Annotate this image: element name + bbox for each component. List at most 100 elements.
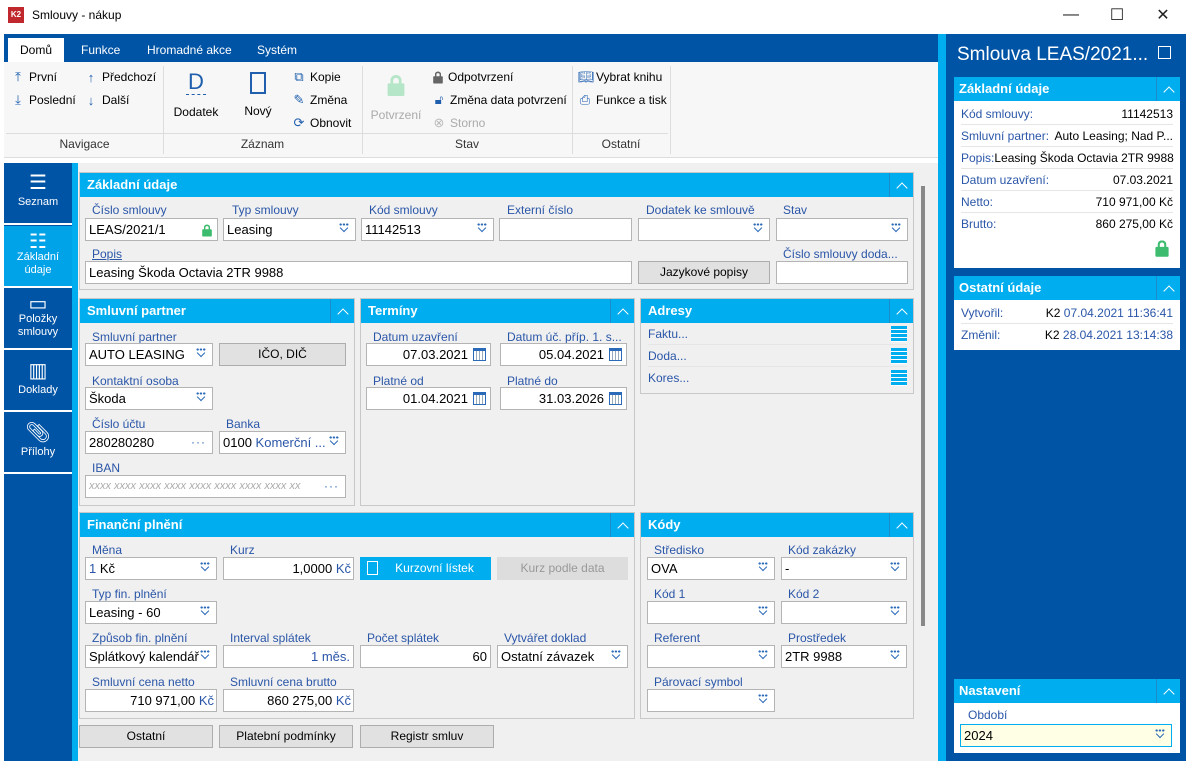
cislo-uctu-field[interactable]: 280280280 ··· — [85, 431, 213, 454]
kontaktni-osoba-select[interactable]: Škoda — [85, 387, 213, 410]
typ-smlouvy-select[interactable]: Leasing — [223, 218, 356, 241]
cislo-smlouvy-dodavatele-field[interactable] — [776, 261, 908, 284]
prostredek-select[interactable]: 2TR 9988 — [781, 645, 907, 668]
platne-do-field[interactable]: 31.03.2026 — [500, 387, 627, 410]
calendar-icon[interactable] — [473, 348, 486, 361]
dodatek-button[interactable]: D Dodatek — [170, 70, 222, 120]
externi-cislo-label: Externí číslo — [507, 203, 574, 217]
cislo-smlouvy-field[interactable]: LEAS/2021/1 — [85, 218, 218, 241]
referent-select[interactable] — [647, 645, 775, 668]
collapse-button[interactable] — [1156, 77, 1180, 101]
collapse-button[interactable] — [889, 299, 913, 323]
typ-fin-plneni-select[interactable]: Leasing - 60 — [85, 601, 217, 624]
cislo-smlouvy-label: Číslo smlouvy — [92, 203, 167, 217]
dalsi-button[interactable]: ↓ Další — [84, 90, 130, 110]
kurz-field[interactable]: 1,0000 Kč — [223, 557, 354, 580]
collapse-button[interactable] — [330, 299, 354, 323]
panel-splitter[interactable] — [938, 34, 946, 761]
stav-select[interactable] — [776, 218, 908, 241]
storno-button[interactable]: ⊗ Storno — [432, 113, 486, 133]
more-icon[interactable]: ··· — [324, 476, 339, 497]
obnovit-button[interactable]: ⟳ Obnovit — [292, 113, 352, 133]
calendar-icon[interactable] — [609, 392, 622, 405]
zmena-data-potvrzeni-button[interactable]: 🔓︎ Změna data potvrzení — [432, 90, 567, 110]
prvni-button[interactable]: ⤒ První — [11, 67, 57, 87]
smluvni-cena-brutto-field[interactable]: 860 275,00 Kč — [223, 689, 354, 712]
banka-select[interactable]: 0100 Komerční ... — [219, 431, 346, 454]
open-external-icon[interactable] — [1158, 46, 1171, 59]
odpotvrzeni-button[interactable]: Odpotvrzení — [432, 67, 513, 87]
smluvni-cena-netto-field[interactable]: 710 971,00 Kč — [85, 689, 217, 712]
tab-hromadne-akce[interactable]: Hromadné akce — [135, 38, 244, 62]
tab-system[interactable]: Systém — [245, 38, 309, 62]
stredisko-select[interactable]: OVA — [647, 557, 775, 580]
kod-1-select[interactable] — [647, 601, 775, 624]
iban-field[interactable]: xxxx xxxx xxxx xxxx xxxx xxxx xxxx xxxx … — [85, 475, 346, 498]
more-icon[interactable]: ··· — [191, 432, 206, 453]
close-button[interactable]: ✕ — [1140, 0, 1186, 30]
minimize-button[interactable]: — — [1048, 0, 1094, 30]
vytvaret-doklad-select[interactable]: Ostatní závazek — [497, 645, 628, 668]
interval-splatek-field[interactable]: 1 měs. — [223, 645, 354, 668]
datum-uzavreni-field[interactable]: 07.03.2021 — [366, 343, 491, 366]
parovaci-symbol-select[interactable] — [647, 689, 775, 712]
datum-ucetniho-pripadu-field[interactable]: 05.04.2021 — [500, 343, 627, 366]
kod-2-select[interactable] — [781, 601, 907, 624]
platebni-podminky-button[interactable]: Platební podmínky — [219, 725, 353, 748]
externi-cislo-field[interactable] — [499, 218, 632, 241]
popis-field[interactable]: Leasing Škoda Octavia 2TR 9988 — [85, 261, 632, 284]
potvrzeni-button[interactable]: Potvrzení — [368, 74, 424, 122]
value: 1,0000 — [292, 561, 333, 576]
sidebar-item-prilohy[interactable]: 📎︎ Přílohy — [4, 413, 72, 474]
pocet-splatek-field[interactable]: 60 — [360, 645, 491, 668]
novy-button[interactable]: Nový — [240, 72, 276, 118]
calendar-icon[interactable] — [473, 392, 486, 405]
sidebar-item-zakladni-udaje[interactable]: ☷ Základní údaje — [4, 226, 72, 288]
dodatek-select[interactable] — [638, 218, 770, 241]
menu-icon[interactable] — [891, 326, 907, 342]
mena-select[interactable]: 1 Kč — [85, 557, 217, 580]
zmena-button[interactable]: ✎ Změna — [292, 90, 348, 110]
collapse-button[interactable] — [889, 173, 913, 197]
address-row-faktura[interactable]: Faktu... — [648, 323, 907, 345]
collapse-button[interactable] — [610, 513, 634, 537]
sidebar-item-polozky-smlouvy[interactable]: ▭ Položky smlouvy — [4, 289, 72, 350]
predchozi-button[interactable]: ↑ Předchozí — [84, 67, 156, 87]
menu-icon[interactable] — [891, 370, 907, 386]
sidebar-item-seznam[interactable]: ☰ Seznam — [4, 163, 72, 225]
kurzovni-listek-button[interactable]: Kurzovní lístek — [360, 557, 491, 580]
sidebar-item-doklady[interactable]: ▥ Doklady — [4, 351, 72, 412]
obdobi-select[interactable]: 2024 — [960, 724, 1172, 747]
box-icon: ▭ — [28, 293, 48, 315]
funkce-tisk-button[interactable]: ⎙ Funkce a tisk — [578, 90, 667, 110]
collapse-button[interactable] — [610, 299, 634, 323]
collapse-button[interactable] — [1156, 679, 1180, 703]
menu-icon[interactable] — [891, 348, 907, 364]
maximize-button[interactable]: ☐ — [1094, 0, 1140, 30]
chevron-up-icon — [895, 521, 908, 534]
smluvni-partner-select[interactable]: AUTO LEASING — [85, 343, 213, 366]
address-row-korespondencni[interactable]: Kores... — [648, 367, 907, 389]
calendar-icon[interactable] — [609, 348, 622, 361]
kurz-podle-data-button[interactable]: Kurz podle data — [497, 557, 628, 580]
vybrat-knihu-button[interactable]: 📖︎ Vybrat knihu — [578, 67, 662, 87]
dropdown-icon — [757, 606, 769, 618]
tab-funkce[interactable]: Funkce — [69, 38, 132, 62]
kod-zakazky-select[interactable]: - — [781, 557, 907, 580]
kopie-button[interactable]: ⧉ Kopie — [292, 67, 340, 87]
collapse-button[interactable] — [1156, 276, 1180, 300]
tab-domu[interactable]: Domů — [8, 38, 65, 62]
posledni-button[interactable]: ⤓ Poslední — [11, 90, 76, 110]
registr-smluv-button[interactable]: Registr smluv — [360, 725, 494, 748]
info-row: Vytvořil: K2 07.04.2021 11:36:41 — [961, 302, 1173, 324]
ico-dic-button[interactable]: IČO, DIČ — [219, 343, 346, 366]
address-row-dodaci[interactable]: Doda... — [648, 345, 907, 367]
kod-smlouvy-select[interactable]: 11142513 — [361, 218, 494, 241]
group-label-navigace: Navigace — [59, 137, 110, 151]
scrollbar[interactable] — [921, 186, 925, 626]
collapse-button[interactable] — [889, 513, 913, 537]
platne-od-field[interactable]: 01.04.2021 — [366, 387, 491, 410]
jazykove-popisy-button[interactable]: Jazykové popisy — [638, 261, 770, 284]
zpusob-fin-plneni-select[interactable]: Splátkový kalendář — [85, 645, 217, 668]
ostatni-button[interactable]: Ostatní — [79, 725, 213, 748]
